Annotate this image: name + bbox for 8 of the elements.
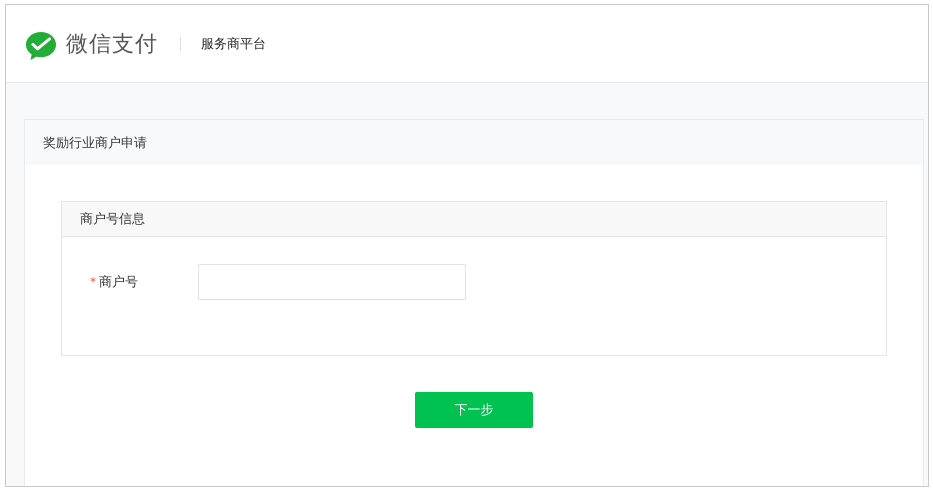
next-button[interactable]: 下一步 — [415, 392, 533, 428]
required-mark: * — [90, 275, 96, 289]
section-title: 商户号信息 — [80, 211, 145, 228]
input-field[interactable] — [198, 264, 466, 300]
platform-name: 服务商平台 — [201, 36, 266, 52]
panel-title: 奖励行业商户申请 — [43, 134, 147, 152]
field-label: 商户号 — [99, 274, 138, 291]
brand-name: 微信支付 — [66, 30, 158, 58]
